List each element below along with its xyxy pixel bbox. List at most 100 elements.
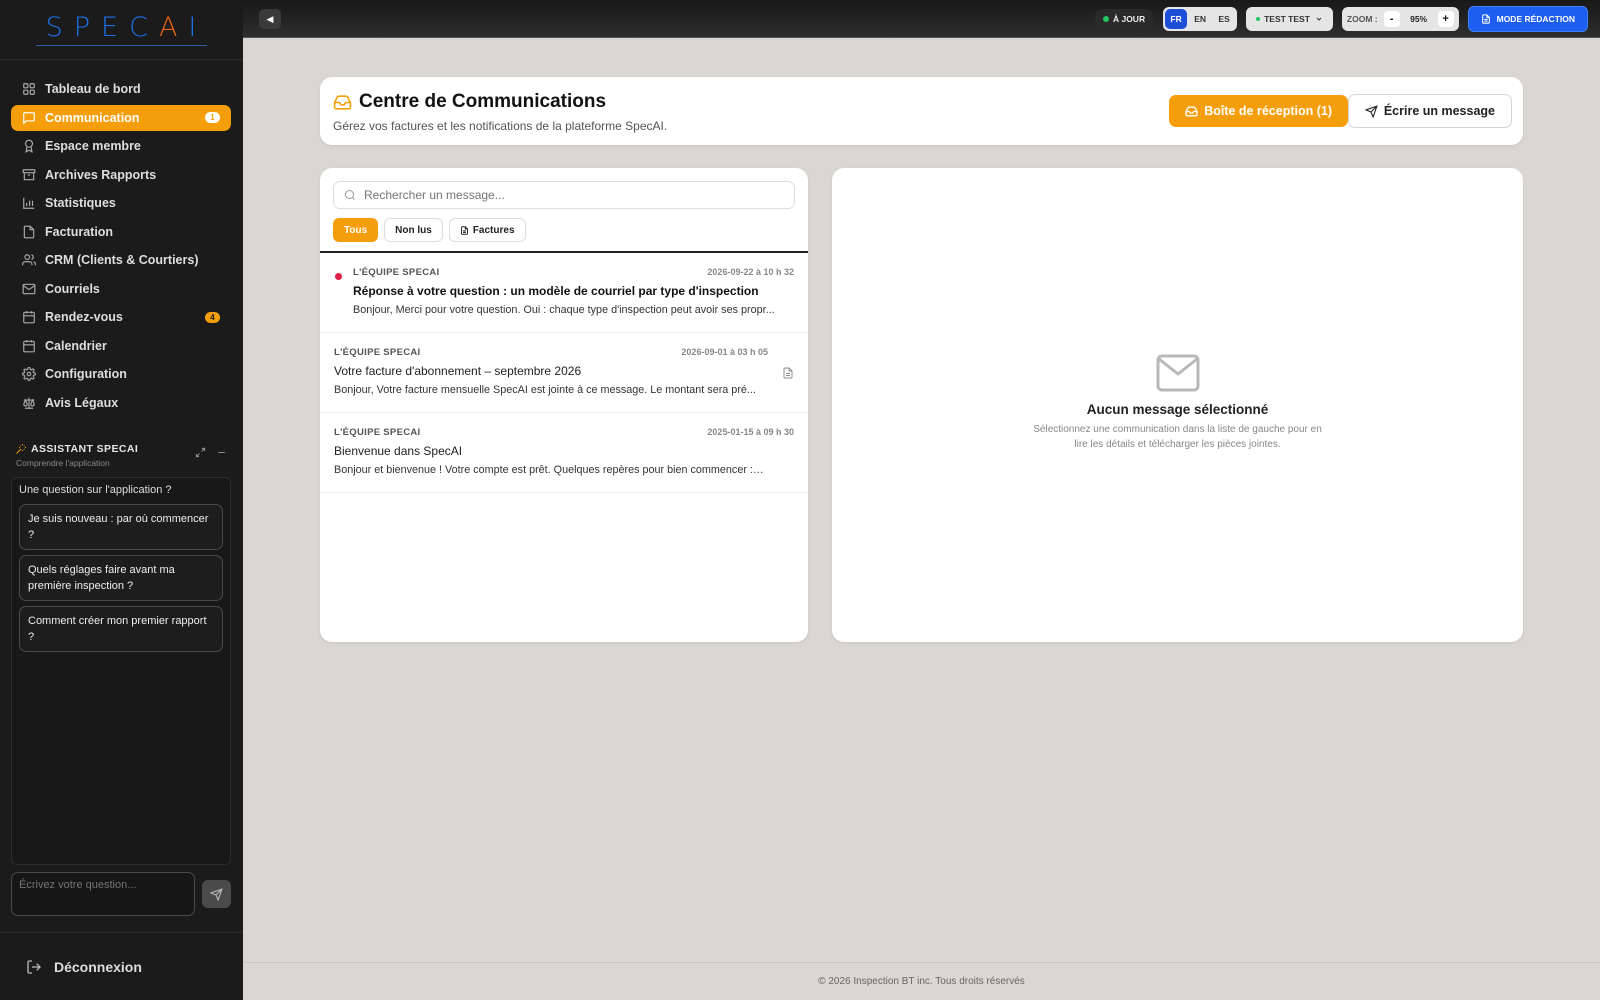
sidebar-item-label: Courriels [45,281,100,296]
message-date: 2025-01-15 à 09 h 30 [707,427,794,437]
page-footer: © 2026 Inspection BT inc. Tous droits ré… [243,962,1600,1000]
search-input[interactable] [364,188,784,202]
lang-en-button[interactable]: EN [1189,9,1211,29]
sidebar-item-statistics[interactable]: Statistiques [11,190,231,216]
sidebar-item-label: Statistiques [45,196,116,210]
language-switcher: FR EN ES [1163,7,1238,31]
scale-icon [23,397,35,409]
send-button[interactable] [202,880,231,908]
gear-icon [22,367,36,381]
filter-unread-button[interactable]: Non lus [384,218,443,242]
empty-state-description: Sélectionnez une communication dans la l… [1033,424,1322,450]
document-icon [460,225,468,235]
zoom-label: ZOOM : [1346,14,1378,24]
mode-redaction-button[interactable]: MODE RÉDACTION [1467,6,1588,32]
app-logo[interactable]: SPECAI [0,0,243,60]
sidebar-item-label: Rendez-vous [45,310,123,324]
sidebar-item-label: Espace membre [45,139,141,153]
sidebar-item-emails[interactable]: Courriels [11,276,231,302]
document-icon [1481,14,1490,24]
message-row[interactable]: L'ÉQUIPE SPECAI 2026-09-22 à 10 h 32 Rép… [320,253,808,333]
sidebar-item-label: Configuration [45,367,127,381]
inbox-button[interactable]: Boîte de réception (1) [1169,95,1348,127]
logout-button[interactable]: Déconnexion [0,932,243,1000]
sidebar-item-calendar[interactable]: Calendrier [11,333,231,359]
top-bar: ◀ À JOUR FR EN ES TEST TEST ZOOM : - 95%… [243,0,1600,38]
collapse-sidebar-button[interactable]: ◀ [259,9,281,29]
sidebar-item-label: Archives Rapports [45,167,157,182]
sidebar-nav: Tableau de bord Communication 1 Espace m… [11,76,231,418]
expand-icon[interactable] [195,447,206,458]
sidebar-item-appointments[interactable]: Rendez-vous 4 [11,304,231,330]
lang-es-button[interactable]: ES [1213,9,1235,29]
assistant-question-input[interactable] [11,872,196,916]
write-message-label: Écrire un message [1383,104,1495,118]
sidebar-item-label: Communication [45,110,140,125]
assistant-prompt: Une question sur l'application ? [19,484,172,496]
minimize-icon[interactable] [216,447,227,458]
zoom-control: ZOOM : - 95% + [1341,7,1459,31]
write-message-button[interactable]: Écrire un message [1347,94,1512,128]
message-sender: L'ÉQUIPE SPECAI [353,267,440,278]
filter-all-button[interactable]: Tous [333,218,379,242]
calendar-icon [23,339,35,352]
assistant-input-row [11,872,231,916]
sync-status-label: À JOUR [1112,14,1146,24]
bar-chart-icon [23,197,35,209]
page-subtitle: Gérez vos factures et les notifications … [333,119,668,133]
lang-fr-button[interactable]: FR [1165,9,1188,29]
assistant-panel: ASSISTANT SPECAI Comprendre l'applicatio… [11,440,231,916]
send-icon [210,887,223,901]
filter-invoices-label: Factures [472,224,515,236]
chat-icon [23,111,35,125]
invoice-attachment-icon [783,367,793,379]
zoom-in-button[interactable]: + [1437,11,1454,27]
sidebar-item-label: Calendrier [45,338,107,353]
sidebar-item-billing[interactable]: Facturation [11,219,231,245]
chevron-down-icon [1316,17,1322,21]
assistant-header: ASSISTANT SPECAI Comprendre l'applicatio… [11,440,231,471]
page-title: Centre de Communications [333,91,606,113]
zoom-out-button[interactable]: - [1383,11,1400,27]
user-name: TEST TEST [1264,14,1310,24]
suggestion-button[interactable]: Comment créer mon premier rapport ? [19,606,223,652]
message-row[interactable]: L'ÉQUIPE SPECAI 2025-01-15 à 09 h 30 Bie… [320,413,808,493]
message-date: 2026-09-22 à 10 h 32 [707,267,794,277]
search-icon [345,190,355,200]
message-filters: Tous Non lus Factures [333,218,526,242]
status-dot [1102,16,1109,22]
sidebar-item-crm[interactable]: CRM (Clients & Courtiers) [11,247,231,273]
empty-state: Aucun message sélectionné Sélectionnez u… [832,354,1523,452]
message-date: 2026-09-01 à 03 h 05 [681,347,768,357]
logo-wordmark: SPECAI [35,13,208,46]
message-list-panel: Tous Non lus Factures L'ÉQUIPE SPECAI 20… [320,168,808,642]
assistant-tools [195,443,227,458]
message-row[interactable]: L'ÉQUIPE SPECAI 2026-09-01 à 03 h 05 Vot… [320,333,808,413]
message-subject: Votre facture d'abonnement – septembre 2… [334,364,582,378]
sidebar-item-dashboard[interactable]: Tableau de bord [11,76,231,102]
filter-invoices-button[interactable]: Factures [448,218,526,242]
zoom-value: 95% [1410,14,1428,24]
message-subject: Bienvenue dans SpecAI [334,444,463,458]
page-header-card: Centre de Communications Gérez vos factu… [320,77,1523,145]
suggestion-button[interactable]: Je suis nouveau : par où commencer ? [19,504,223,550]
logout-icon [27,959,41,974]
dashboard-icon [23,83,35,95]
empty-state-title: Aucun message sélectionné [1086,402,1269,417]
sidebar-item-member-space[interactable]: Espace membre [11,133,231,159]
message-preview: Bonjour, Votre facture mensuelle SpecAI … [334,384,756,396]
suggestion-button[interactable]: Quels réglages faire avant ma première i… [19,555,223,601]
users-icon [22,254,36,266]
message-sender: L'ÉQUIPE SPECAI [334,427,421,438]
assistant-subtitle: Comprendre l'application [16,458,110,468]
inbox-icon [333,94,352,110]
page-title-text: Centre de Communications [359,91,607,112]
inbox-button-label: Boîte de réception (1) [1204,104,1332,118]
sidebar-item-legal[interactable]: Avis Légaux [11,390,231,416]
sidebar-item-configuration[interactable]: Configuration [11,361,231,387]
sidebar-item-communication[interactable]: Communication 1 [11,104,231,131]
user-menu[interactable]: TEST TEST [1246,7,1333,31]
envelope-icon [1156,354,1199,392]
sidebar-item-archives[interactable]: Archives Rapports [11,162,231,188]
message-search [333,181,795,209]
